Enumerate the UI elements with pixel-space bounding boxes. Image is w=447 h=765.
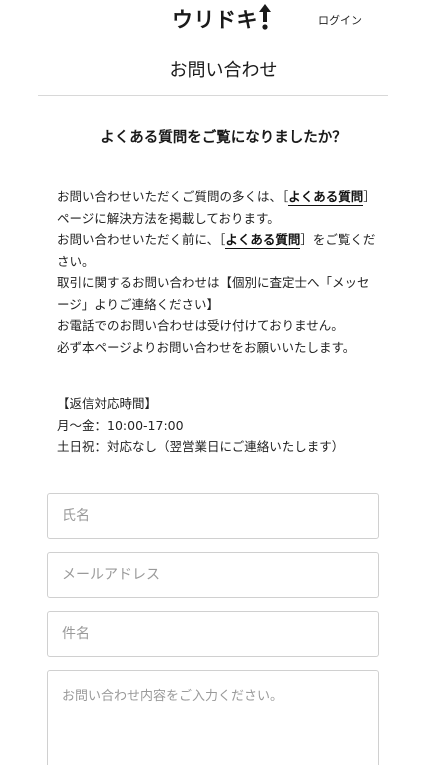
faq-heading: よくある質問をご覧になりましたか？: [100, 130, 347, 146]
logo-text: ウリドキ: [172, 8, 258, 32]
subject-field[interactable]: [47, 611, 379, 657]
hours-title: 【返信対応時間】: [57, 396, 158, 411]
faq-link[interactable]: よくある質問: [225, 232, 301, 249]
info-paragraph-1: お問い合わせいただくご質問の多くは、［よくある質問］ページに解決方法を掲載してお…: [57, 186, 377, 229]
contact-info: お問い合わせいただくご質問の多くは、［よくある質問］ページに解決方法を掲載してお…: [57, 186, 377, 358]
message-field[interactable]: [47, 670, 379, 765]
hours-weekday: 月〜金：10:00-17:00: [57, 417, 184, 433]
name-field[interactable]: [47, 493, 379, 539]
info-paragraph-3: 取引に関するお問い合わせは【個別に査定士へ「メッセージ」よりご連絡ください】: [57, 275, 370, 312]
site-header: ウリドキ ログイン: [0, 0, 447, 40]
email-field[interactable]: [47, 552, 379, 598]
title-divider: [38, 95, 388, 96]
arrow-up-icon: [259, 4, 271, 34]
page-title: お問い合わせ: [169, 60, 278, 81]
info-text: お問い合わせいただくご質問の多くは、［: [57, 189, 289, 204]
site-logo[interactable]: ウリドキ: [172, 2, 271, 36]
hours-weekend: 土日祝：対応なし（翌営業日にご連絡いたします）: [57, 439, 345, 454]
info-paragraph-5: 必ず本ページよりお問い合わせをお願いいたします。: [57, 339, 356, 355]
info-paragraph-4: お電話でのお問い合わせは受け付けておりません。: [57, 318, 344, 333]
login-link[interactable]: ログイン: [318, 12, 362, 28]
reply-hours: 【返信対応時間】 月〜金：10:00-17:00 土日祝：対応なし（翌営業日にご…: [57, 393, 387, 458]
faq-link[interactable]: よくある質問: [288, 189, 364, 206]
info-paragraph-2: お問い合わせいただく前に、［よくある質問］をご覧ください。: [57, 229, 377, 272]
info-text: お問い合わせいただく前に、［: [57, 232, 226, 247]
